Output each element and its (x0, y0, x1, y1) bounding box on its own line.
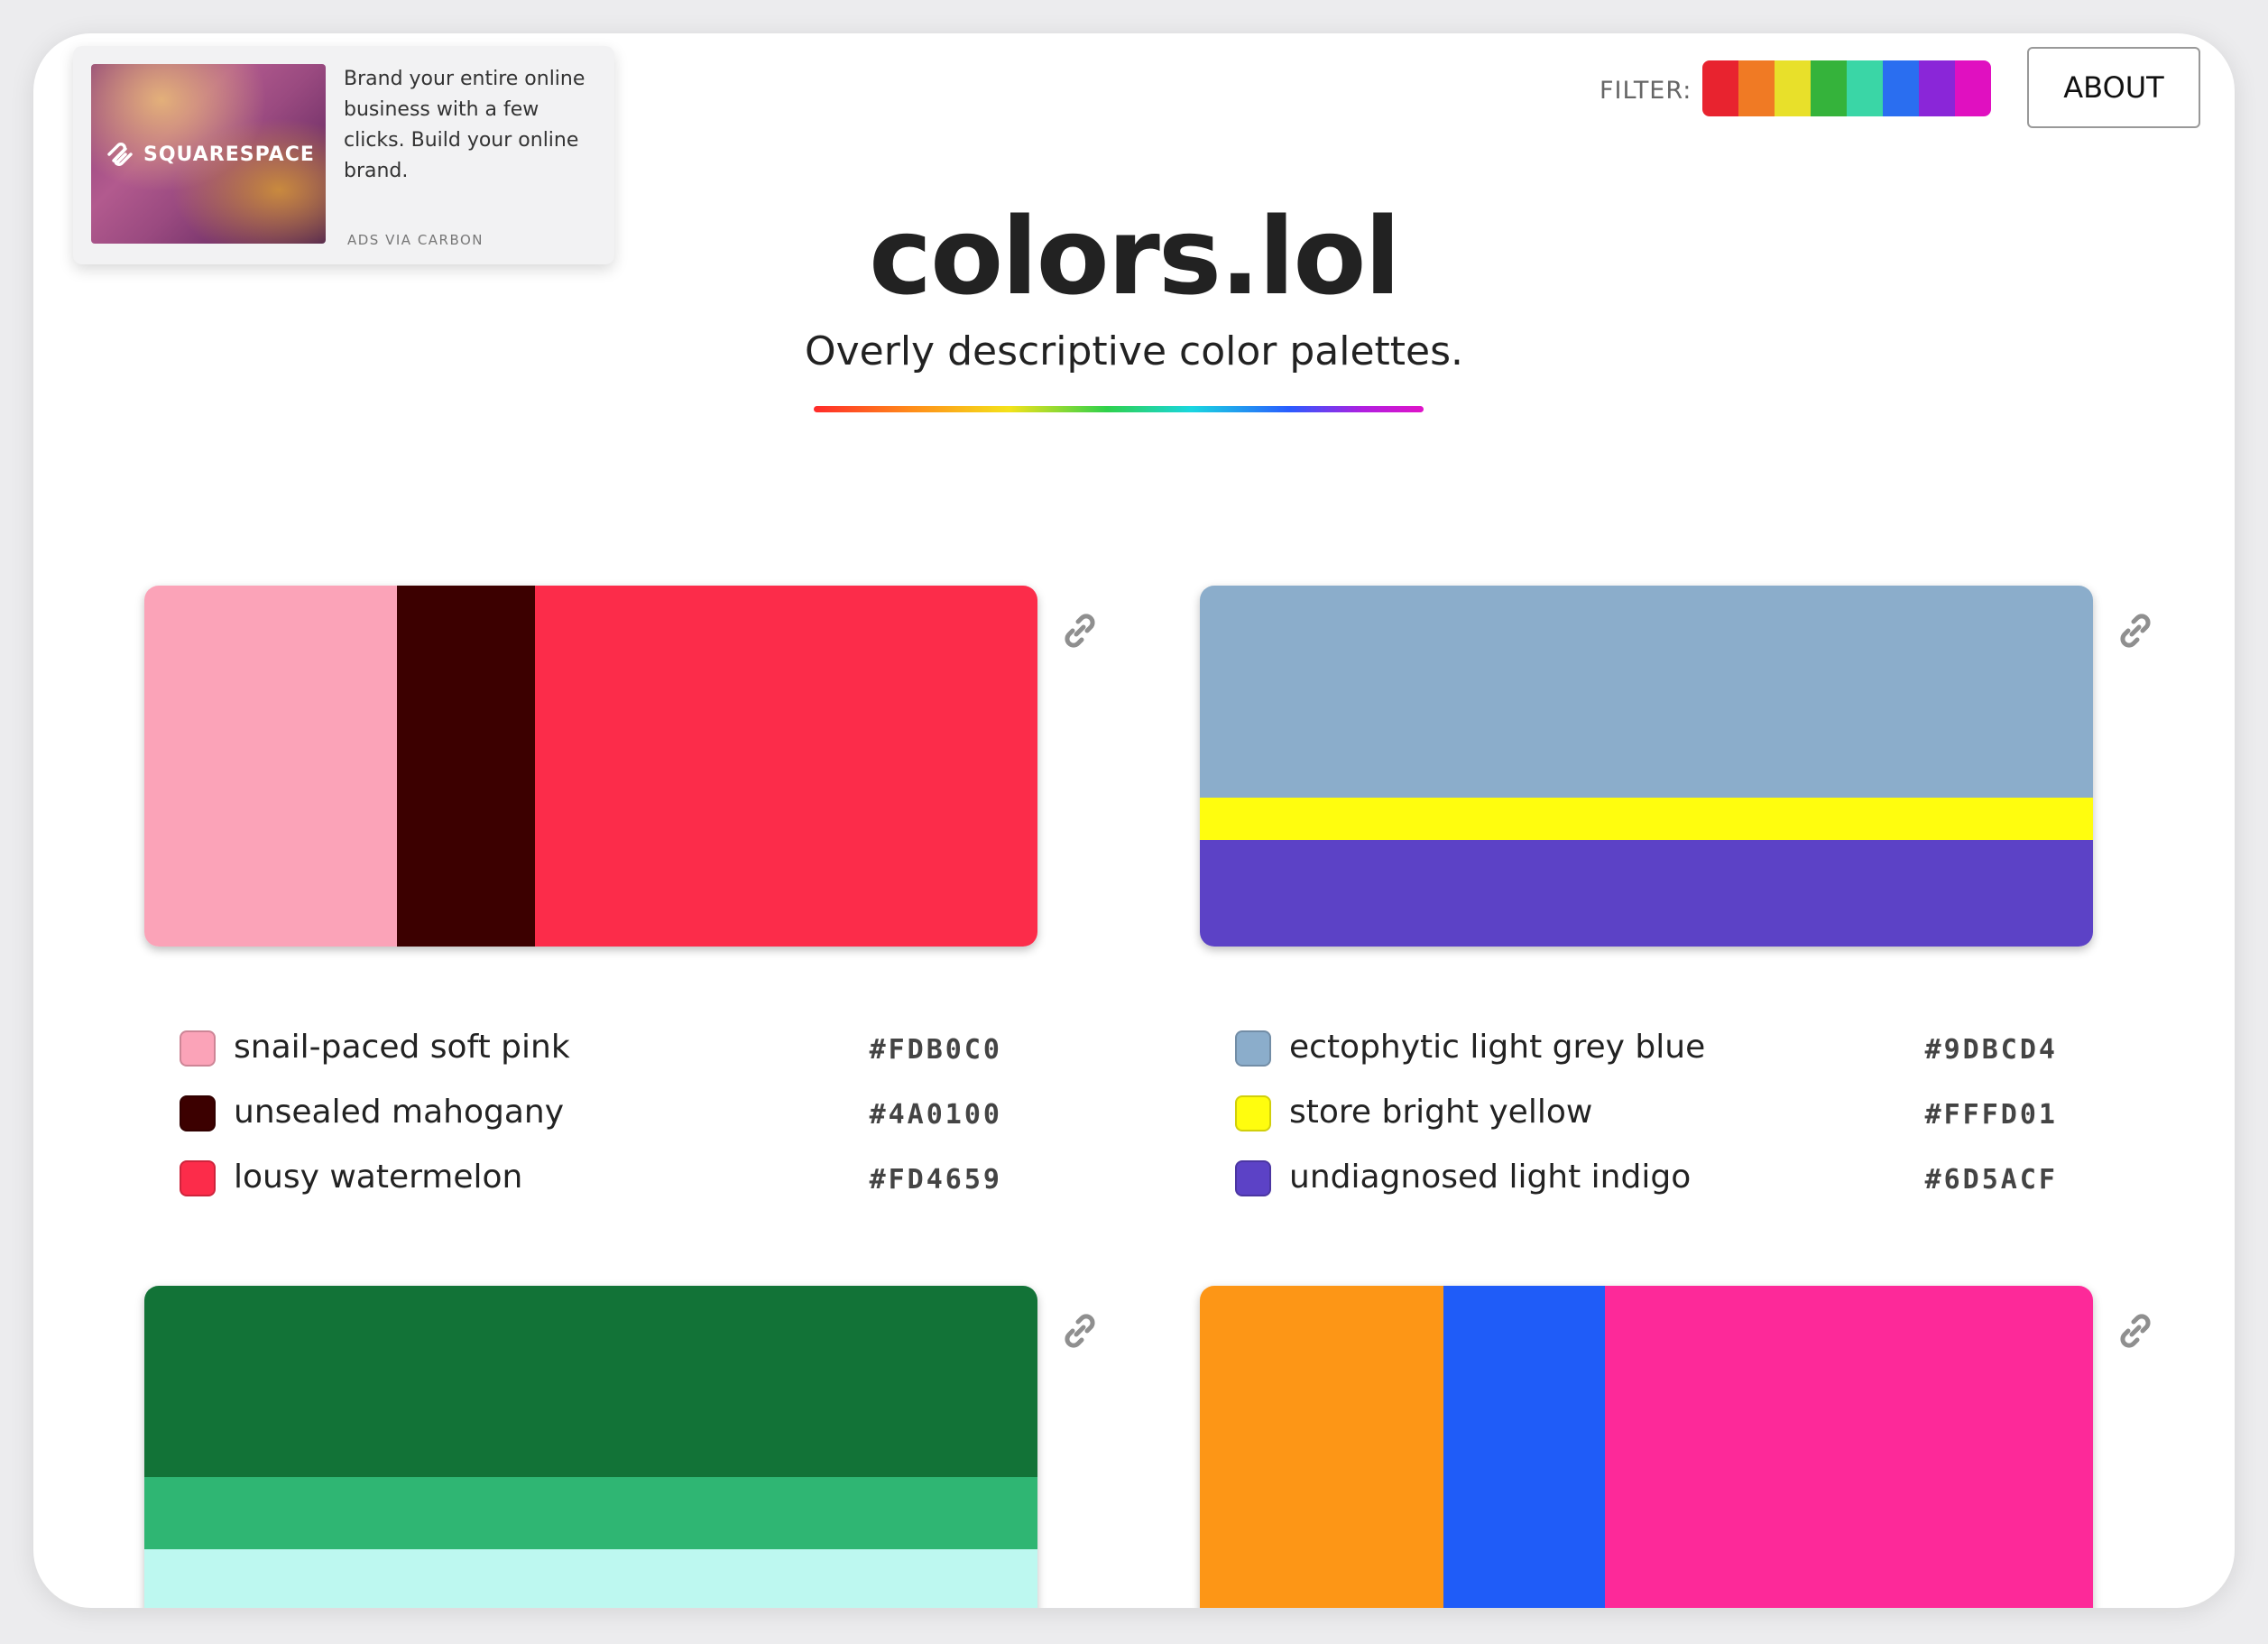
palette-card[interactable] (144, 586, 1037, 947)
palette-swatch[interactable] (1443, 1286, 1605, 1608)
color-hex[interactable]: #FD4659 (870, 1164, 1002, 1196)
color-name: snail-paced soft pink (234, 1029, 570, 1066)
palette-swatch[interactable] (535, 586, 1037, 947)
filter-swatch[interactable] (1919, 60, 1955, 116)
palette-swatch[interactable] (1200, 840, 2093, 947)
color-hex[interactable]: #9DBCD4 (1925, 1034, 2058, 1066)
squarespace-logo: SQUARESPACE (104, 138, 315, 171)
palette-swatch[interactable] (1200, 586, 2093, 798)
palette-swatch[interactable] (144, 1477, 1037, 1549)
palette-swatch[interactable] (1200, 798, 2093, 840)
color-hex[interactable]: #6D5ACF (1925, 1164, 2058, 1196)
permalink-icon[interactable] (2114, 609, 2157, 652)
color-chip (1235, 1160, 1271, 1196)
filter-swatch[interactable] (1811, 60, 1847, 116)
rainbow-divider (814, 406, 1424, 412)
filter-swatch[interactable] (1847, 60, 1883, 116)
color-chip (180, 1030, 216, 1067)
color-name: undiagnosed light indigo (1289, 1159, 1692, 1196)
color-chip (180, 1095, 216, 1131)
filter-swatch[interactable] (1702, 60, 1738, 116)
filter-swatch[interactable] (1738, 60, 1775, 116)
palette-card[interactable] (144, 1286, 1037, 1608)
site-title: colors.lol (869, 194, 1401, 319)
color-name: ectophytic light grey blue (1289, 1029, 1706, 1066)
browser-window: SQUARESPACE Brand your entire online bus… (33, 33, 2235, 1608)
color-chip (1235, 1030, 1271, 1067)
color-hex[interactable]: #4A0100 (870, 1099, 1002, 1131)
color-list: ectophytic light grey blue #9DBCD4 store… (1235, 1016, 2058, 1211)
palette-card[interactable] (1200, 1286, 2093, 1608)
filter-label: FILTER: (1600, 77, 1692, 105)
color-row[interactable]: unsealed mahogany #4A0100 (180, 1081, 1002, 1146)
permalink-icon[interactable] (2114, 1309, 2157, 1353)
palette-swatch[interactable] (1605, 1286, 2093, 1608)
color-hex[interactable]: #FDB0C0 (870, 1034, 1002, 1066)
about-button[interactable]: ABOUT (2027, 47, 2200, 128)
palette-swatch[interactable] (144, 1549, 1037, 1608)
color-row[interactable]: ectophytic light grey blue #9DBCD4 (1235, 1016, 2058, 1081)
palette-swatch[interactable] (144, 586, 397, 947)
color-chip (180, 1160, 216, 1196)
color-list: snail-paced soft pink #FDB0C0 unsealed m… (180, 1016, 1002, 1211)
permalink-icon[interactable] (1058, 1309, 1102, 1353)
palette-card[interactable] (1200, 586, 2093, 947)
filter-swatch[interactable] (1775, 60, 1811, 116)
permalink-icon[interactable] (1058, 609, 1102, 652)
color-name: store bright yellow (1289, 1094, 1593, 1131)
color-row[interactable]: store bright yellow #FFFD01 (1235, 1081, 2058, 1146)
palette-swatch[interactable] (144, 1286, 1037, 1477)
color-row[interactable]: snail-paced soft pink #FDB0C0 (180, 1016, 1002, 1081)
filter-swatch[interactable] (1883, 60, 1919, 116)
palette-swatch[interactable] (397, 586, 535, 947)
color-row[interactable]: lousy watermelon #FD4659 (180, 1146, 1002, 1211)
ad-brand-text: SQUARESPACE (143, 143, 315, 166)
filter-swatch[interactable] (1955, 60, 1991, 116)
color-name: lousy watermelon (234, 1159, 523, 1196)
squarespace-icon (107, 143, 133, 166)
color-filter[interactable] (1702, 60, 1991, 116)
site-subtitle: Overly descriptive color palettes. (804, 328, 1464, 374)
palette-swatch[interactable] (1200, 1286, 1443, 1608)
color-hex[interactable]: #FFFD01 (1925, 1099, 2058, 1131)
ad-copy[interactable]: Brand your entire online business with a… (344, 64, 605, 187)
color-chip (1235, 1095, 1271, 1131)
color-row[interactable]: undiagnosed light indigo #6D5ACF (1235, 1146, 2058, 1211)
color-name: unsealed mahogany (234, 1094, 565, 1131)
